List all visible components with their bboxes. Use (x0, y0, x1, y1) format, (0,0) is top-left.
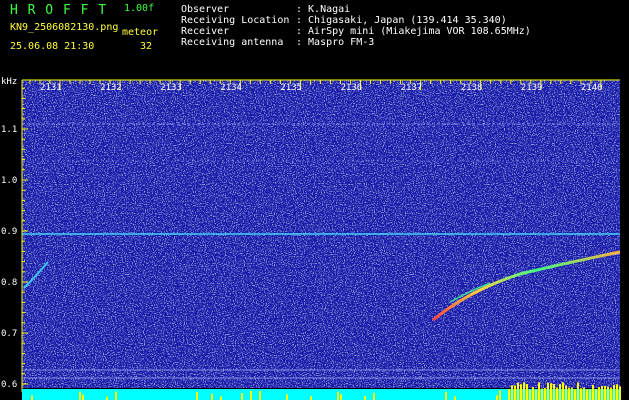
x-tick-label: 2140 (581, 83, 603, 93)
baseline-peak (586, 389, 588, 400)
baseline-peak (583, 387, 585, 400)
baseline-peak (556, 387, 558, 400)
baseline-peak (589, 389, 591, 400)
x-tick-label: 2137 (401, 83, 423, 93)
baseline-peak (574, 389, 576, 400)
baseline-peak (445, 391, 447, 400)
y-tick-label: 0.6 (1, 380, 17, 390)
baseline-peak (577, 382, 579, 400)
baseline-peak (535, 389, 537, 400)
baseline-peak (610, 387, 612, 400)
baseline-peak (538, 382, 540, 400)
baseline-peak (340, 394, 342, 400)
baseline-peak (580, 388, 582, 400)
y-tick-label: 0.7 (1, 329, 17, 339)
baseline-peak (508, 389, 510, 400)
baseline-peak (601, 385, 603, 400)
baseline-peak (514, 385, 516, 400)
spectrogram-plot: 2131 2132 2133 2134 2135 2136 2137 2138 2139 2140… (1, 77, 621, 400)
baseline-peak (529, 389, 531, 400)
baseline-peak (604, 385, 606, 400)
baseline-peak (613, 384, 615, 400)
x-tick-label: 2131 (40, 83, 62, 93)
baseline-peak (115, 391, 117, 400)
baseline-peak (532, 386, 534, 400)
baseline-peak (541, 388, 543, 400)
baseline-peak (565, 385, 567, 400)
baseline-peak (607, 386, 609, 400)
baseline-peak (568, 387, 570, 400)
baseline-peak (511, 385, 513, 400)
baseline-peak (211, 393, 213, 400)
baseline-peak (526, 384, 528, 400)
y-tick-label: 0.8 (1, 278, 17, 288)
baseline-peak (250, 391, 252, 400)
baseline-peak (364, 395, 366, 400)
baseline-peak (31, 395, 33, 400)
baseline-peak (547, 382, 549, 400)
baseline-peak (595, 389, 597, 400)
baseline-peak (616, 384, 618, 400)
baseline-peak (499, 390, 501, 400)
baseline-peak (520, 384, 522, 400)
hrofft-window: H R O F F T 1.00f KN9_2506082130.png met… (0, 0, 629, 400)
baseline-peak (196, 391, 198, 400)
baseline-peak (79, 391, 81, 400)
baseline-peak (517, 382, 519, 400)
y-tick-label: 0.9 (1, 227, 17, 237)
baseline-peak (373, 392, 375, 400)
baseline-peak (544, 388, 546, 400)
baseline-peak (286, 394, 288, 400)
baseline-peak (241, 392, 243, 400)
x-tick-label: 2132 (100, 83, 122, 93)
baseline-peak (571, 387, 573, 400)
baseline-peak (598, 387, 600, 400)
x-tick-label: 2138 (461, 83, 483, 93)
y-tick-label: 1.1 (1, 125, 17, 135)
x-tick-label: 2134 (220, 83, 242, 93)
baseline-peak (562, 382, 564, 400)
baseline-peak (496, 395, 498, 400)
baseline-peak (82, 394, 84, 400)
baseline-peak (592, 384, 594, 400)
baseline-peak (559, 384, 561, 400)
baseline-peak (259, 391, 261, 400)
y-tick-label: 1.0 (1, 176, 17, 186)
x-tick-label: 2139 (521, 83, 543, 93)
x-tick-label: 2135 (280, 83, 302, 93)
baseline-peak (619, 386, 621, 400)
baseline-peak (220, 396, 222, 400)
baseline-peak (337, 391, 339, 400)
baseline-peak (550, 383, 552, 400)
y-axis-unit: kHz (1, 77, 17, 87)
x-tick-label: 2133 (160, 83, 182, 93)
baseline-peak (106, 396, 108, 400)
baseline-peak (454, 396, 456, 400)
baseline-peak (523, 382, 525, 400)
baseline-peak (310, 396, 312, 400)
x-tick-label: 2136 (341, 83, 363, 93)
baseline-peak (553, 384, 555, 400)
